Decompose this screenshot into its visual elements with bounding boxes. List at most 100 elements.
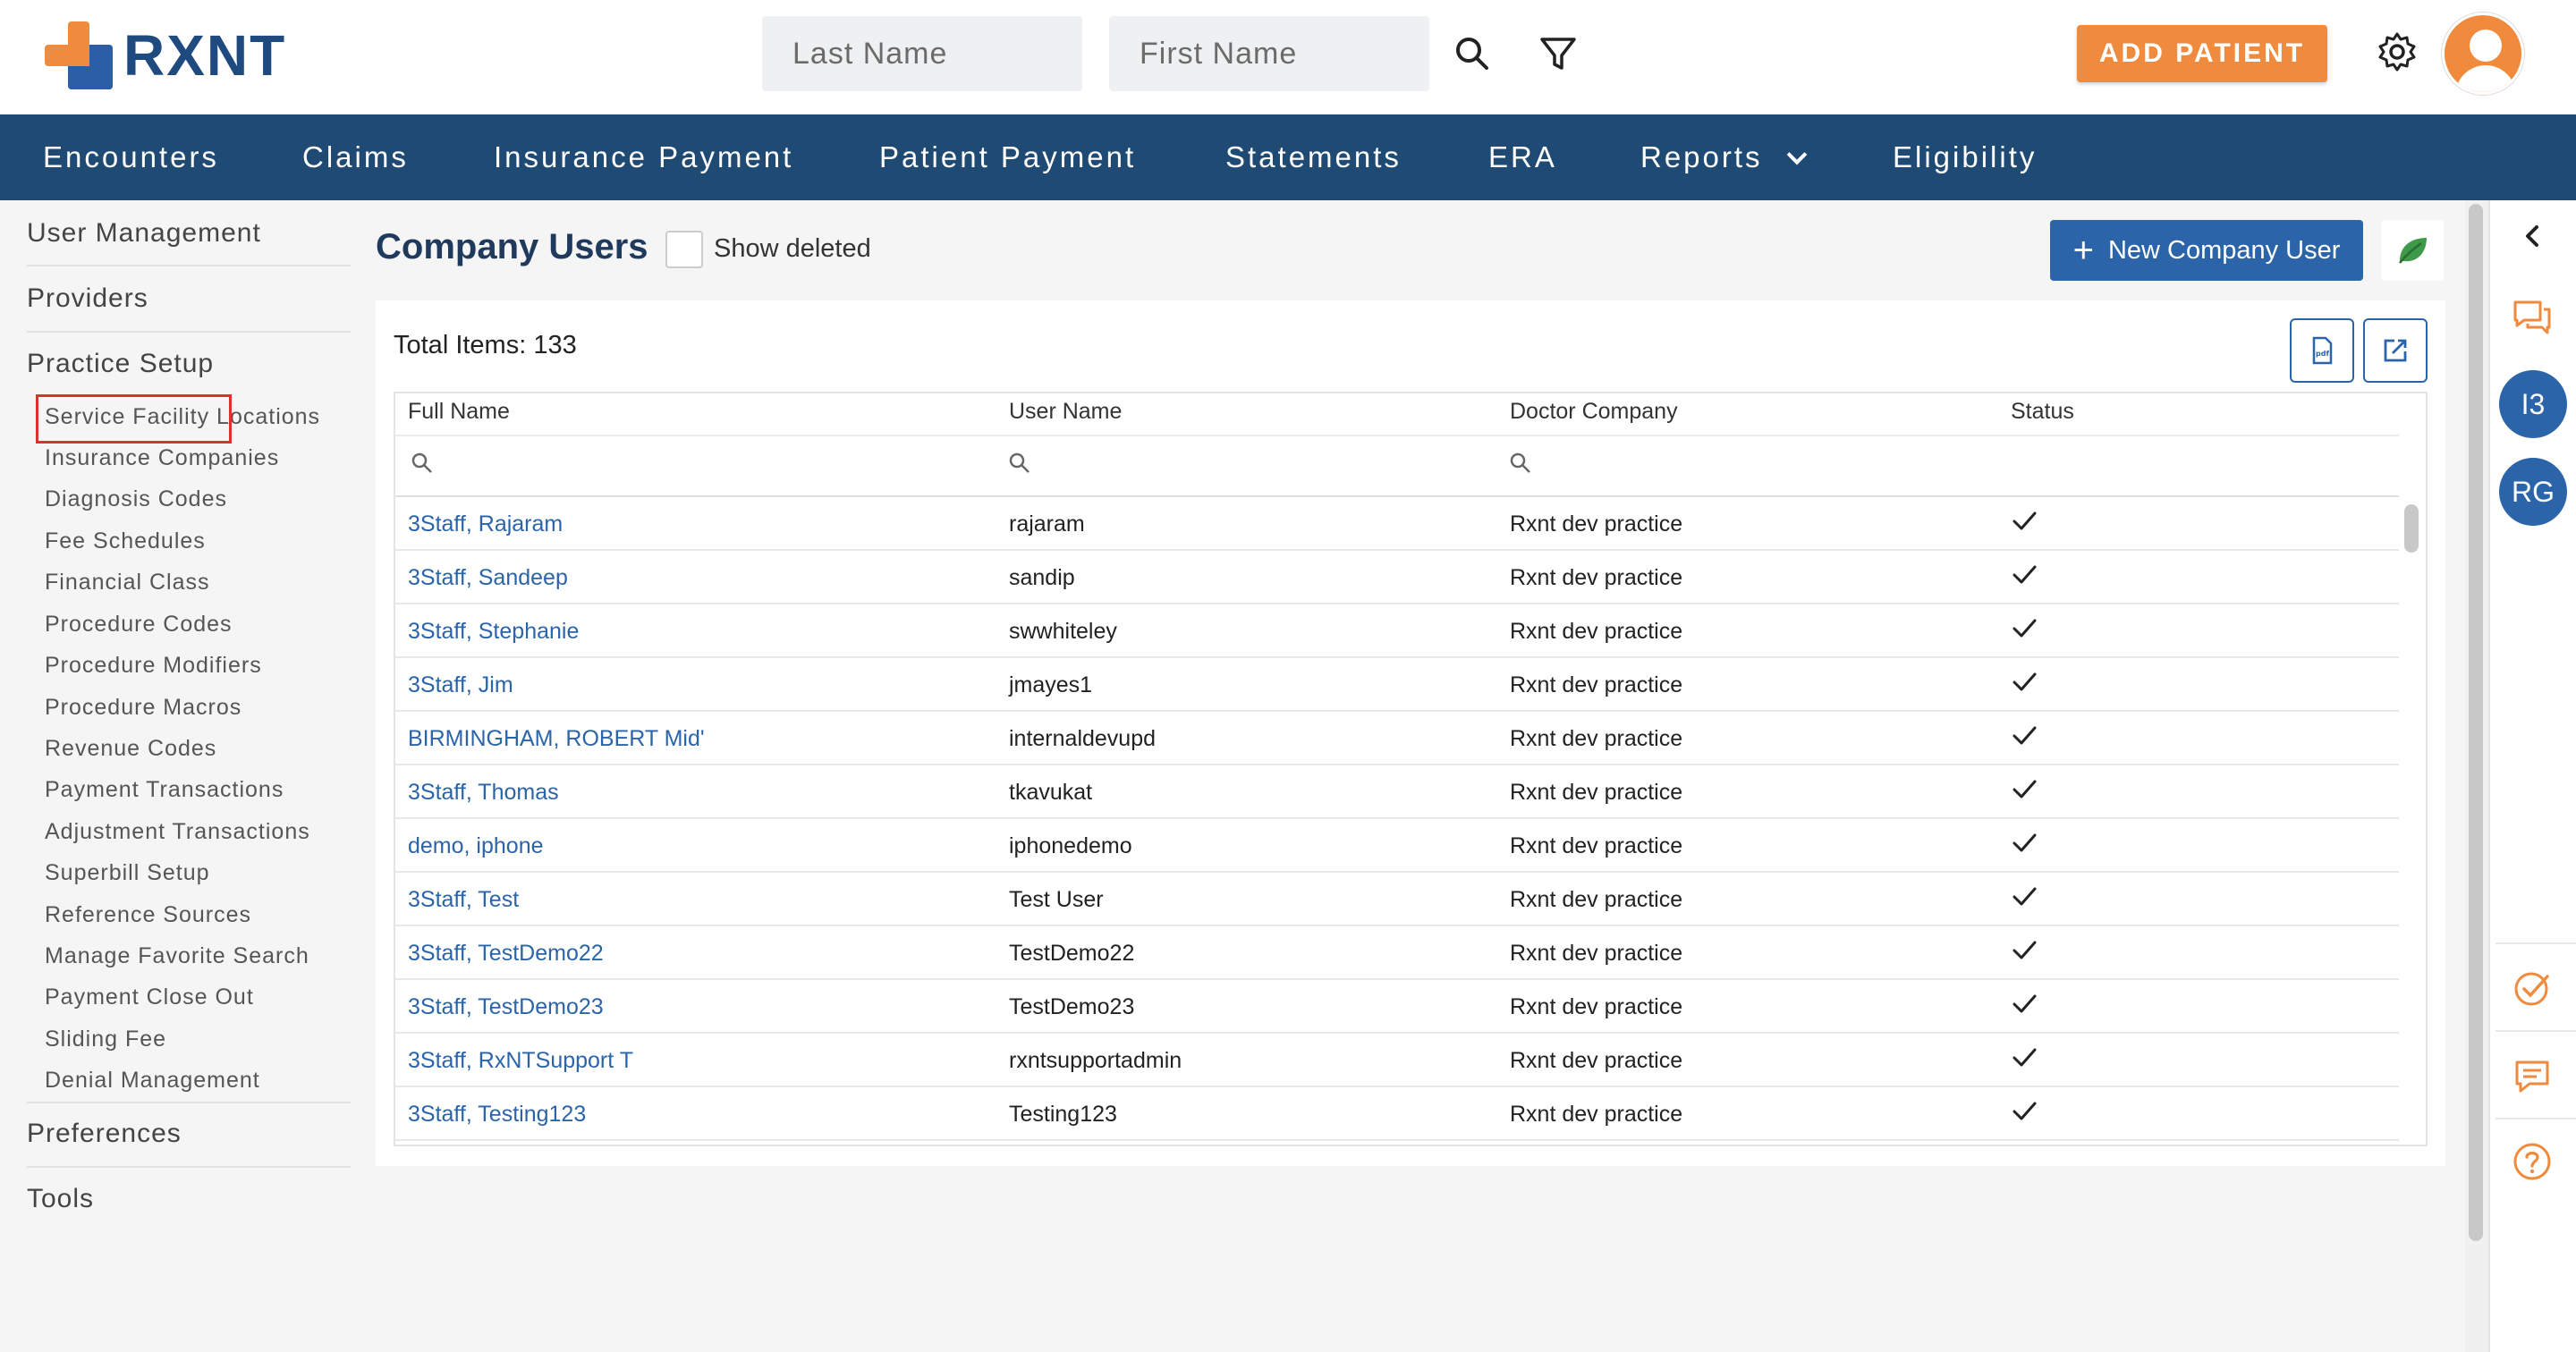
leaf-button[interactable]	[2381, 220, 2444, 281]
sidebar-tools[interactable]: Tools	[27, 1184, 94, 1214]
show-deleted-label[interactable]: Show deleted	[714, 234, 871, 264]
full-name-link[interactable]: demo, iphone	[408, 819, 544, 873]
column-header-full-name[interactable]: Full Name	[408, 399, 510, 425]
filter-user-name-search-icon[interactable]	[1007, 451, 1032, 476]
table-row[interactable]	[395, 926, 2399, 980]
full-name-link[interactable]: 3Staff, TestDemo23	[408, 980, 604, 1034]
help-icon[interactable]	[2510, 1139, 2555, 1184]
badge-i3[interactable]: I3	[2499, 370, 2567, 438]
rxnt-logo[interactable]: RXNT	[45, 21, 286, 89]
rxnt-logo-mark-icon	[45, 21, 113, 89]
export-button[interactable]	[2363, 318, 2428, 383]
sidebar-item-insurance-companies[interactable]: Insurance Companies	[45, 445, 279, 471]
full-name-link[interactable]: 3Staff, Thomas	[408, 765, 559, 819]
nav-claims[interactable]: Claims	[302, 114, 409, 200]
doctor-company-cell: Rxnt dev practice	[1510, 619, 1683, 644]
sidebar-item-superbill-setup[interactable]: Superbill Setup	[45, 860, 210, 886]
full-name-link[interactable]: 3Staff, Jim	[408, 658, 513, 712]
table-row[interactable]	[395, 658, 2399, 712]
sidebar-item-payment-close-out[interactable]: Payment Close Out	[45, 984, 254, 1010]
filter-doctor-company-search-icon[interactable]	[1508, 451, 1533, 476]
logo-text: RXNT	[123, 23, 287, 88]
divider	[27, 1102, 351, 1103]
table-row[interactable]	[395, 873, 2399, 926]
user-name-cell: Testing123	[1009, 1102, 1117, 1127]
new-company-user-label: New Company User	[2107, 235, 2341, 265]
full-name-link[interactable]: BIRMINGHAM, ROBERT Mid'	[408, 712, 705, 765]
sidebar-item-diagnosis-codes[interactable]: Diagnosis Codes	[45, 486, 227, 512]
chevron-left-icon[interactable]	[2515, 218, 2551, 254]
export-pdf-button[interactable]: pdf	[2290, 318, 2354, 383]
badge-rg[interactable]: RG	[2499, 458, 2567, 526]
nav-patient-payment[interactable]: Patient Payment	[879, 114, 1136, 200]
new-company-user-button[interactable]: + New Company User	[2050, 220, 2363, 281]
doctor-company-cell: Rxnt dev practice	[1510, 565, 1683, 590]
nav-reports[interactable]: Reports	[1640, 114, 1807, 200]
chat-bubbles-icon[interactable]	[2510, 295, 2555, 340]
sidebar-item-sliding-fee[interactable]: Sliding Fee	[45, 1027, 166, 1052]
sidebar-item-manage-favorite-search[interactable]: Manage Favorite Search	[45, 943, 309, 969]
table-row[interactable]	[395, 551, 2399, 604]
doctor-company-cell: Rxnt dev practice	[1510, 511, 1683, 537]
table-row[interactable]	[395, 765, 2399, 819]
doctor-company-cell: Rxnt dev practice	[1510, 672, 1683, 697]
column-header-status[interactable]: Status	[2011, 399, 2074, 425]
full-name-link[interactable]: 3Staff, Rajaram	[408, 497, 563, 551]
grid-scrollbar[interactable]	[2401, 499, 2424, 1145]
table-row[interactable]	[395, 604, 2399, 658]
table-row[interactable]	[395, 819, 2399, 873]
sidebar-item-financial-class[interactable]: Financial Class	[45, 570, 210, 596]
table-row[interactable]	[395, 1034, 2399, 1087]
chevron-down-icon	[1786, 144, 1807, 165]
gear-icon[interactable]	[2376, 30, 2419, 73]
last-name-input[interactable]	[762, 16, 1082, 91]
status-check-icon	[2012, 994, 2037, 1013]
column-header-user-name[interactable]: User Name	[1009, 399, 1122, 425]
nav-encounters[interactable]: Encounters	[43, 114, 219, 200]
search-icon[interactable]	[1451, 32, 1494, 75]
message-icon[interactable]	[2510, 1053, 2555, 1098]
table-row[interactable]	[395, 497, 2399, 551]
filter-full-name-search-icon[interactable]	[410, 451, 435, 476]
sidebar-item-reference-sources[interactable]: Reference Sources	[45, 902, 251, 928]
filter-icon[interactable]	[1537, 32, 1580, 75]
sidebar-item-denial-management[interactable]: Denial Management	[45, 1068, 260, 1094]
grid-scrollbar-thumb[interactable]	[2404, 504, 2419, 553]
nav-insurance-payment[interactable]: Insurance Payment	[494, 114, 793, 200]
sidebar-practice-setup[interactable]: Practice Setup	[27, 349, 214, 379]
sidebar-item-procedure-macros[interactable]: Procedure Macros	[45, 695, 242, 721]
doctor-company-cell: Rxnt dev practice	[1510, 780, 1683, 805]
full-name-link[interactable]: 3Staff, TestDemo22	[408, 926, 604, 980]
sidebar-item-payment-transactions[interactable]: Payment Transactions	[45, 777, 284, 803]
sidebar-preferences[interactable]: Preferences	[27, 1119, 182, 1149]
page-scrollbar-thumb[interactable]	[2469, 204, 2483, 1241]
full-name-link[interactable]: 3Staff, Testing123	[408, 1087, 586, 1141]
sidebar-item-adjustment-transactions[interactable]: Adjustment Transactions	[45, 819, 310, 845]
sidebar-providers[interactable]: Providers	[27, 283, 148, 314]
full-name-link[interactable]: 3Staff, Test	[408, 873, 519, 926]
sidebar-item-fee-schedules[interactable]: Fee Schedules	[45, 528, 206, 554]
divider	[2496, 1030, 2576, 1032]
user-name-cell: jmayes1	[1009, 672, 1093, 697]
nav-statements[interactable]: Statements	[1225, 114, 1402, 200]
full-name-link[interactable]: 3Staff, Stephanie	[408, 604, 579, 658]
table-row[interactable]	[395, 980, 2399, 1034]
first-name-input[interactable]	[1109, 16, 1429, 91]
column-header-doctor-company[interactable]: Doctor Company	[1510, 399, 1678, 425]
doctor-company-cell: Rxnt dev practice	[1510, 941, 1683, 966]
sidebar-item-revenue-codes[interactable]: Revenue Codes	[45, 736, 216, 762]
status-check-icon	[2012, 941, 2037, 959]
procedure-codes-highlight	[36, 394, 232, 444]
full-name-link[interactable]: 3Staff, Sandeep	[408, 551, 568, 604]
show-deleted-checkbox[interactable]	[665, 231, 703, 268]
nav-eligibility[interactable]: Eligibility	[1893, 114, 2037, 200]
user-avatar[interactable]	[2442, 13, 2524, 95]
nav-era[interactable]: ERA	[1488, 114, 1557, 200]
sidebar-item-procedure-modifiers[interactable]: Procedure Modifiers	[45, 653, 262, 679]
table-row[interactable]	[395, 1087, 2399, 1141]
task-check-icon[interactable]	[2510, 966, 2555, 1010]
sidebar-user-management[interactable]: User Management	[27, 218, 261, 249]
full-name-link[interactable]: 3Staff, RxNTSupport T	[408, 1034, 633, 1087]
sidebar-item-procedure-codes[interactable]: Procedure Codes	[45, 612, 233, 638]
add-patient-button[interactable]: ADD PATIENT	[2077, 25, 2327, 82]
